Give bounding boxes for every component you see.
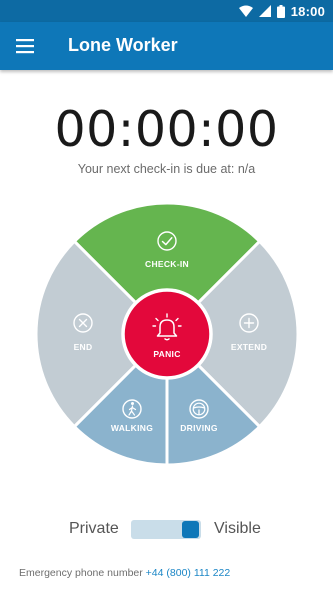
visible-label: Visible [214,520,261,537]
app-title: Lone Worker [68,35,178,55]
signal-icon [258,5,271,17]
visibility-toggle[interactable] [131,520,201,539]
wifi-icon [238,5,253,17]
privacy-toggle-row: Private Visible [0,514,333,544]
emergency-phone: Emergency phone number +44 (800) 111 222 [19,567,230,579]
toggle-thumb[interactable] [182,521,199,538]
end-label: END [73,342,93,352]
session-timer: 00:00:00 [54,101,279,158]
hamburger-menu-icon[interactable] [12,34,40,58]
status-icons: 18:00 [238,3,325,19]
checkin-label: CHECK-IN [145,259,189,269]
private-label: Private [69,520,119,537]
driving-label: DRIVING [180,423,218,433]
battery-icon [276,4,285,18]
next-checkin-text: Your next check-in is due at: n/a [77,162,256,176]
extend-label: EXTEND [230,342,268,352]
status-time: 18:00 [290,3,325,19]
emergency-text: Emergency phone number [19,567,143,579]
status-bar: 18:00 [0,0,333,22]
emergency-number-link[interactable]: +44 (800) 111 222 [146,567,231,579]
panic-label: PANIC [153,349,181,359]
panic-button[interactable] [121,288,213,380]
app-bar: Lone Worker [0,22,333,70]
action-wheel: CHECK-IN END EXTEND PANIC WALKING DRIVIN… [34,201,300,467]
